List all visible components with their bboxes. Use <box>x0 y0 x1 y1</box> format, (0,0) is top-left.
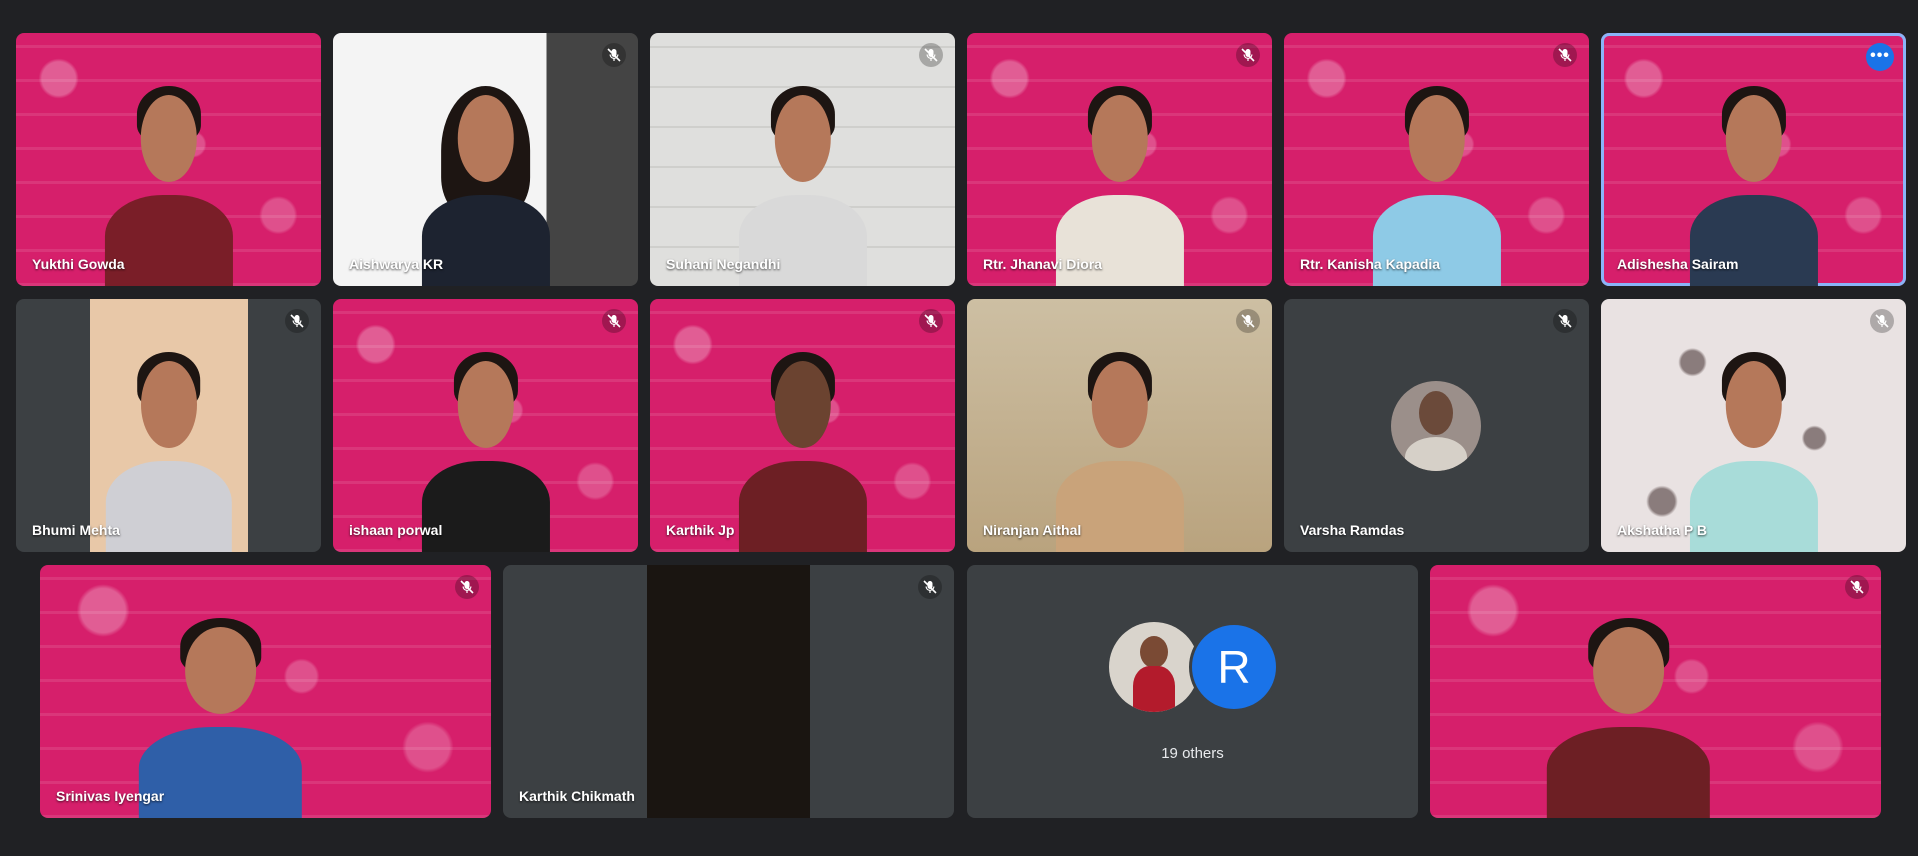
participant-name: Niranjan Aithal <box>983 522 1082 538</box>
video-tile-adishesha[interactable]: ••• Adishesha Sairam <box>1601 33 1906 286</box>
participant-video <box>1055 334 1184 552</box>
participant-video <box>738 68 867 286</box>
participant-name: Rtr. Kanisha Kapadia <box>1300 256 1441 272</box>
video-tile-ishaan[interactable]: ishaan porwal <box>333 299 638 552</box>
participant-video <box>421 334 550 552</box>
participant-name: Karthik Chikmath <box>519 788 635 804</box>
participant-name: Bhumi Mehta <box>32 522 120 538</box>
participant-name: Akshatha P B <box>1617 522 1707 538</box>
participant-video <box>1372 68 1501 286</box>
mic-off-icon <box>919 43 943 67</box>
participant-name: Srinivas Iyengar <box>56 788 165 804</box>
mic-off-icon <box>602 43 626 67</box>
mic-off-icon <box>285 309 309 333</box>
mic-off-icon <box>455 575 479 599</box>
video-tile-varsha[interactable]: Varsha Ramdas <box>1284 299 1589 552</box>
video-tile-akshatha[interactable]: Akshatha P B <box>1601 299 1906 552</box>
video-tile-karthik-jp[interactable]: Karthik Jp <box>650 299 955 552</box>
participant-name: Yukthi Gowda <box>32 256 125 272</box>
mic-off-icon <box>1845 575 1869 599</box>
video-tile-srinivas[interactable]: Srinivas Iyengar <box>40 565 491 818</box>
participant-name: Rtr. Jhanavi Diora <box>983 256 1103 272</box>
video-tile-aishwarya[interactable]: Aishwarya KR <box>333 33 638 286</box>
participant-video <box>738 334 867 552</box>
others-tile[interactable]: R 19 others <box>967 565 1418 818</box>
others-count: 19 others <box>1161 745 1224 762</box>
video-tile-niranjan[interactable]: Niranjan Aithal <box>967 299 1272 552</box>
mic-off-icon <box>602 309 626 333</box>
avatar-letter: R <box>1189 622 1279 712</box>
avatar <box>1109 622 1199 712</box>
video-tile-bhumi[interactable]: Bhumi Mehta <box>16 299 321 552</box>
mic-off-icon <box>918 575 942 599</box>
participant-video <box>647 565 810 818</box>
video-tile-kanisha[interactable]: Rtr. Kanisha Kapadia <box>1284 33 1589 286</box>
participant-video <box>1055 68 1184 286</box>
video-tile-jhanavi[interactable]: Rtr. Jhanavi Diora <box>967 33 1272 286</box>
participant-video <box>1547 600 1710 818</box>
mic-off-icon <box>1870 309 1894 333</box>
participant-name: Aishwarya KR <box>349 256 444 272</box>
mic-off-icon <box>919 309 943 333</box>
participant-name: Varsha Ramdas <box>1300 522 1405 538</box>
video-tile-host[interactable] <box>1430 565 1881 818</box>
participant-video <box>139 600 302 818</box>
participant-video <box>1689 334 1818 552</box>
more-options-icon[interactable]: ••• <box>1866 43 1894 71</box>
participant-name: Adishesha Sairam <box>1617 256 1739 272</box>
participant-name: Karthik Jp <box>666 522 735 538</box>
participant-name: ishaan porwal <box>349 522 443 538</box>
participant-name: Suhani Negandhi <box>666 256 781 272</box>
participant-video <box>1689 68 1818 286</box>
video-tile-karthik-chikmath[interactable]: Karthik Chikmath <box>503 565 954 818</box>
participant-video <box>421 68 550 286</box>
avatar <box>1391 381 1481 471</box>
mic-off-icon <box>1553 309 1577 333</box>
video-tile-yukthi[interactable]: Yukthi Gowda <box>16 33 321 286</box>
participant-video <box>90 299 248 552</box>
video-tile-suhani[interactable]: Suhani Negandhi <box>650 33 955 286</box>
mic-off-icon <box>1236 309 1260 333</box>
participant-video <box>104 68 233 286</box>
mic-off-icon <box>1553 43 1577 67</box>
mic-off-icon <box>1236 43 1260 67</box>
